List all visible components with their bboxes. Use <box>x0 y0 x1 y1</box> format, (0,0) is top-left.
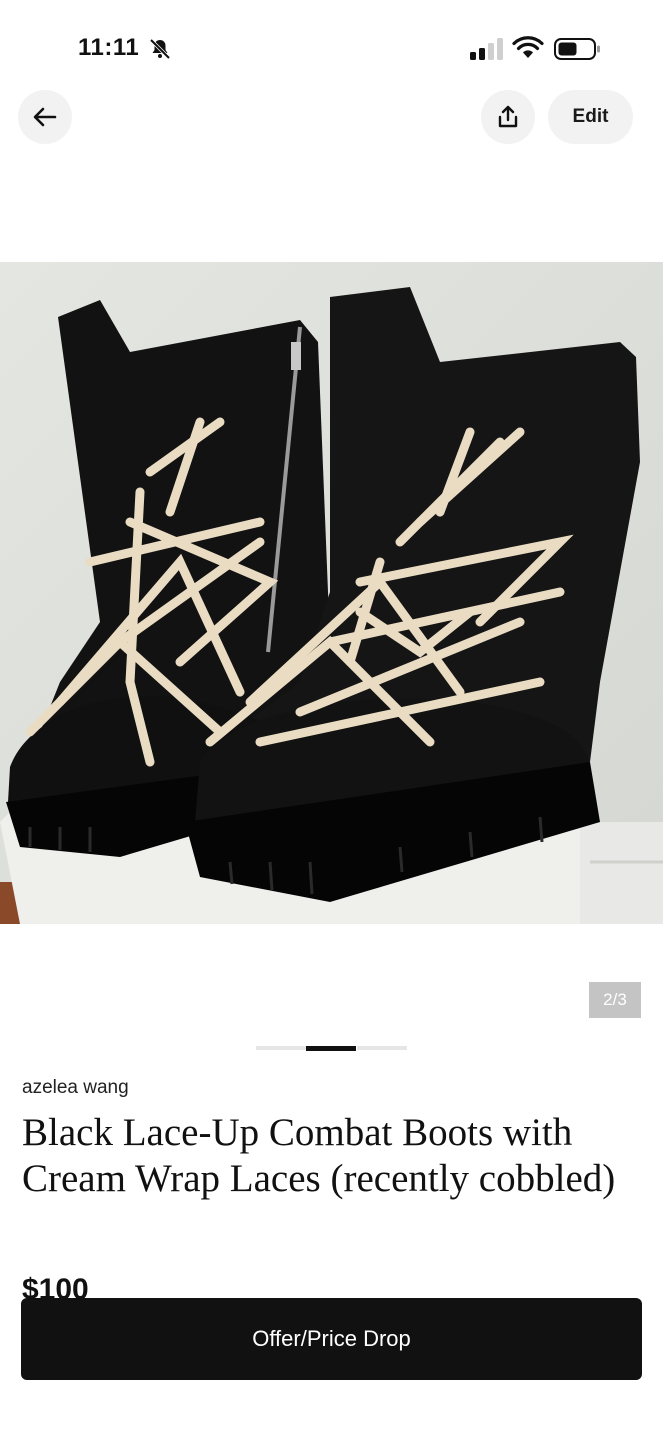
wifi-icon <box>512 36 544 58</box>
edit-button[interactable]: Edit <box>548 90 633 144</box>
gallery-pagination <box>256 1046 407 1051</box>
status-bar: 11:11 <box>0 0 663 90</box>
share-icon <box>498 105 518 128</box>
product-photo[interactable] <box>0 262 663 924</box>
image-counter: 2/3 <box>589 982 641 1018</box>
listing-title: Black Lace-Up Combat Boots with Cream Wr… <box>22 1111 616 1200</box>
arrow-left-icon <box>33 107 57 127</box>
bell-slash-icon <box>149 38 171 60</box>
listing-price: $100 <box>22 1273 89 1300</box>
pagination-dot[interactable] <box>357 1046 407 1050</box>
back-button[interactable] <box>18 90 72 144</box>
seller-name[interactable]: azelea wang <box>22 1077 129 1099</box>
boots-photo <box>0 262 663 924</box>
battery-icon <box>554 38 600 60</box>
status-time: 11:11 <box>78 34 140 61</box>
share-button[interactable] <box>481 90 535 144</box>
offer-price-drop-button[interactable]: Offer/Price Drop <box>21 1298 642 1380</box>
pagination-dot[interactable] <box>256 1046 306 1050</box>
cellular-signal-icon <box>470 38 503 60</box>
pagination-dot-active[interactable] <box>306 1046 356 1051</box>
